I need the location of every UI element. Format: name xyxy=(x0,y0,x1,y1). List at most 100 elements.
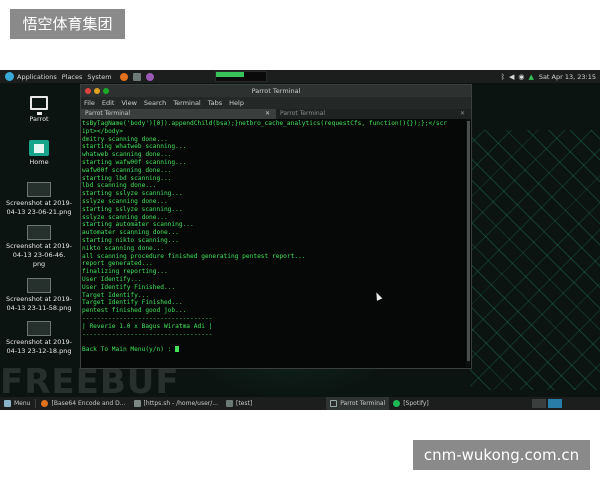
desktop-icon-label: Screenshot at 2019- xyxy=(6,295,72,303)
watermark-top: 悟空体育集团 xyxy=(10,9,125,39)
taskbar-menu-button[interactable]: Menu xyxy=(0,397,34,410)
terminal-tab-2[interactable]: Parrot Terminal ✕ xyxy=(276,109,471,119)
tab-close-icon[interactable]: ✕ xyxy=(265,109,270,119)
terminal-prompt-text: Back To Main Menu(y/n) : xyxy=(82,346,176,354)
network-icon[interactable]: ◉ xyxy=(518,73,524,81)
terminal-line: dmitry scanning done... xyxy=(82,135,168,143)
terminal-titlebar[interactable]: Parrot Terminal xyxy=(81,85,471,97)
terminal-menubar: File Edit View Search Terminal Tabs Help xyxy=(81,97,471,109)
applications-menu-label: Applications xyxy=(17,72,57,81)
taskbar-item-spotify[interactable]: [Spotify] xyxy=(389,397,433,410)
menu-edit[interactable]: Edit xyxy=(102,99,115,107)
terminal-window[interactable]: Parrot Terminal File Edit View Search Te… xyxy=(80,84,472,369)
clock[interactable]: Sat Apr 13, 23:15 xyxy=(539,73,596,81)
tab-label: Parrot Terminal xyxy=(280,110,326,117)
places-menu[interactable]: Places xyxy=(62,70,83,83)
terminal-line: starting lbd scanning... xyxy=(82,174,172,182)
menu-help[interactable]: Help xyxy=(229,99,244,107)
terminal-line: starting whatweb scanning... xyxy=(82,143,187,151)
terminal-line: finalizing reporting... xyxy=(82,268,168,276)
desktop-icon-home[interactable]: Home xyxy=(4,140,74,167)
system-menu-label: System xyxy=(87,72,112,81)
home-folder-icon xyxy=(29,140,49,156)
volume-icon[interactable]: ◀ xyxy=(509,73,514,81)
wallpaper-circuit-lines xyxy=(470,130,600,390)
image-icon xyxy=(27,182,51,197)
terminal-line: ----------------------------------- xyxy=(82,314,213,322)
applications-menu[interactable]: Applications xyxy=(5,70,57,83)
taskbar-item-label: [test] xyxy=(235,400,253,407)
terminal-line: starting automater scanning... xyxy=(82,221,194,229)
desktop-icon-screenshot-3[interactable]: Screenshot at 2019- 04-13 23-11-58.png xyxy=(4,278,74,313)
taskbar-separator xyxy=(35,399,37,408)
bluetooth-icon[interactable]: ᛒ xyxy=(501,73,505,81)
terminal-scrollbar[interactable] xyxy=(467,121,470,361)
taskbar-item-label: [Base64 Encode and D... xyxy=(51,400,126,407)
desktop-icon-screenshot-2[interactable]: Screenshot at 2019- 04-13 23-06-46. png xyxy=(4,225,74,269)
terminal-line: Target Identify Finished... xyxy=(82,299,183,307)
desktop-icon-label: Home xyxy=(29,158,49,166)
firefox-icon xyxy=(119,72,128,81)
terminal-line: nikto scanning done... xyxy=(82,244,164,252)
terminal-line: wafw00f scanning done... xyxy=(82,166,172,174)
bottom-taskbar: Menu [Base64 Encode and D... [https.sh -… xyxy=(0,397,600,410)
terminal-output[interactable]: tsByTagName('body')[0]).appendChild(bsa)… xyxy=(81,119,467,367)
terminal-prompt[interactable]: Back To Main Menu(y/n) : xyxy=(82,346,467,354)
taskbar-item-folder[interactable]: [test] xyxy=(222,397,256,410)
image-icon xyxy=(27,225,51,240)
workspace-1[interactable] xyxy=(532,399,546,408)
tab-close-icon[interactable]: ✕ xyxy=(460,109,465,119)
terminal-icon xyxy=(132,72,141,81)
minimize-icon[interactable] xyxy=(94,88,100,94)
menu-search[interactable]: Search xyxy=(144,99,166,107)
close-icon[interactable] xyxy=(85,88,91,94)
terminal-line: pentest finished good job... xyxy=(82,307,187,315)
terminal-line: | Reverie 1.0 x Bagus Wiratma Adi | xyxy=(82,322,213,330)
launcher-terminal-icon[interactable] xyxy=(130,70,141,83)
taskbar-item-firefox[interactable]: [Base64 Encode and D... xyxy=(37,397,129,410)
spotify-icon xyxy=(393,400,401,407)
desktop-icon-label: 04-13 23-12-18.png xyxy=(6,347,72,355)
terminal-tab-1[interactable]: Parrot Terminal ✕ xyxy=(81,109,276,119)
app-icon xyxy=(145,72,154,81)
tab-label: Parrot Terminal xyxy=(85,110,131,117)
menu-terminal[interactable]: Terminal xyxy=(173,99,200,107)
terminal-line: starting sslyze scanning... xyxy=(82,190,183,198)
parrot-logo-icon xyxy=(5,72,14,81)
desktop-icon-parrot[interactable]: Parrot xyxy=(4,96,74,124)
menu-file[interactable]: File xyxy=(84,99,95,107)
desktop-icon-screenshot-1[interactable]: Screenshot at 2019- 04-13 23-06-21.png xyxy=(4,182,74,217)
maximize-icon[interactable] xyxy=(103,88,109,94)
image-icon xyxy=(27,278,51,293)
terminal-title: Parrot Terminal xyxy=(251,87,301,95)
terminal-line: sslyze scanning done... xyxy=(82,213,168,221)
menu-tabs[interactable]: Tabs xyxy=(208,99,222,107)
editor-icon xyxy=(133,400,141,407)
desktop-icon-label: Parrot xyxy=(29,115,49,123)
taskbar-item-editor[interactable]: [https.sh - /home/user/... xyxy=(130,397,222,410)
lock-icon[interactable]: ▲ xyxy=(528,73,533,81)
taskbar-item-label: Parrot Terminal xyxy=(340,400,386,407)
desktop-icon-label: 04-13 23-06-21.png xyxy=(6,208,72,216)
desktop-icon-label: Screenshot at 2019- xyxy=(6,338,72,346)
launcher-extra-icon[interactable] xyxy=(143,70,154,83)
desktop-screen: FREEBUF Applications Places System ᛒ ◀ ◉… xyxy=(0,70,600,410)
desktop-icon-screenshot-4[interactable]: Screenshot at 2019- 04-13 23-12-18.png xyxy=(4,321,74,356)
firefox-icon xyxy=(41,400,49,407)
terminal-line: lbd scanning done... xyxy=(82,182,157,190)
terminal-line: whatweb scanning done... xyxy=(82,151,172,159)
desktop-icon-label: png xyxy=(32,260,46,268)
terminal-cursor xyxy=(175,346,180,353)
taskbar-item-label: [https.sh - /home/user/... xyxy=(143,400,218,407)
launcher-firefox-icon[interactable] xyxy=(117,70,128,83)
workspace-2[interactable] xyxy=(548,399,562,408)
taskbar-item-terminal[interactable]: Parrot Terminal xyxy=(326,397,390,410)
top-panel: Applications Places System ᛒ ◀ ◉ ▲ Sat A… xyxy=(0,70,600,83)
taskbar-item-label: [Spotify] xyxy=(403,400,429,407)
taskbar-menu-label: Menu xyxy=(14,400,31,407)
system-menu[interactable]: System xyxy=(87,70,111,83)
menu-view[interactable]: View xyxy=(121,99,136,107)
terminal-line: starting wafw00f scanning... xyxy=(82,158,187,166)
system-monitor-bar xyxy=(216,72,244,77)
terminal-line: starting nikto scanning... xyxy=(82,236,179,244)
